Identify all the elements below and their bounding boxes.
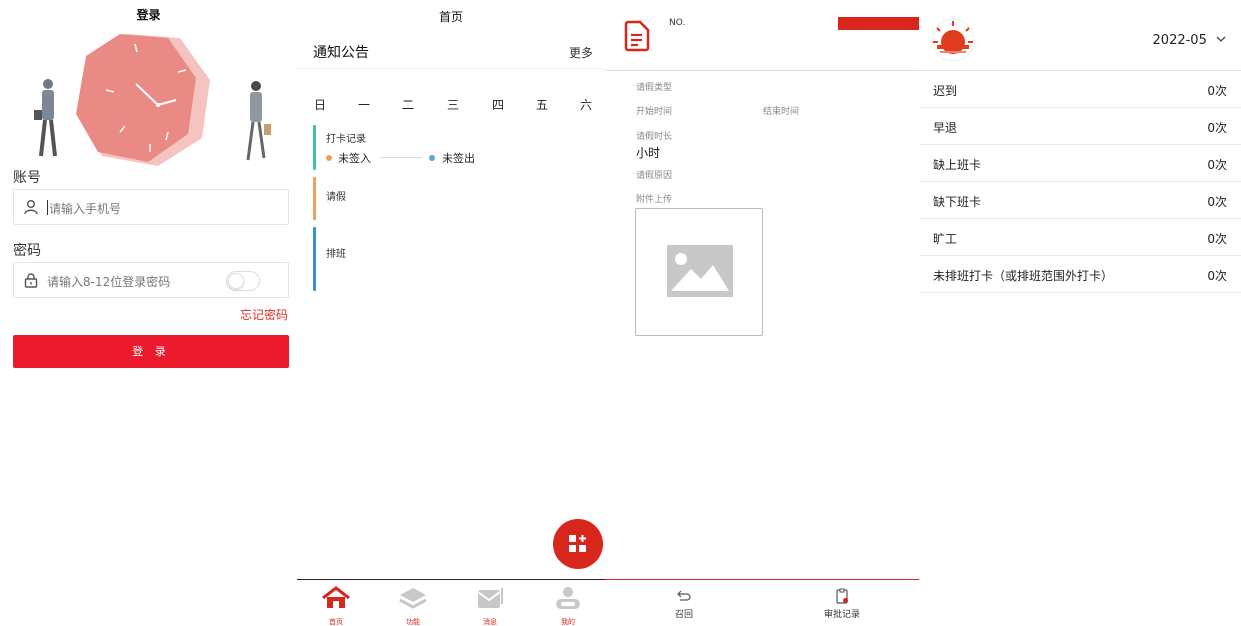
stat-label: 缺下班卡 (933, 195, 982, 209)
person-icon (556, 587, 580, 609)
password-label: 密码 (13, 243, 41, 259)
page-title: 登录 (136, 8, 161, 22)
recall-button[interactable]: 召回 (649, 588, 719, 620)
month-selector[interactable]: 2022-05 (1153, 33, 1227, 48)
attachment-upload-box[interactable] (635, 208, 763, 336)
stat-value: 0次 (1207, 269, 1227, 283)
home-icon (322, 586, 350, 608)
add-action-button[interactable] (553, 519, 603, 569)
divider (297, 68, 605, 69)
leave-type-label: 请假类型 (636, 83, 673, 93)
grid-add-icon (569, 535, 586, 552)
form-action-bar: 召回 审批记录 (605, 579, 919, 626)
stat-label: 未排班打卡（或排班范围外打卡） (933, 269, 1114, 283)
undo-icon (677, 590, 691, 601)
stat-row[interactable]: 旷工 0次 (919, 219, 1241, 256)
toggle-knob (228, 273, 244, 289)
status-connector (380, 157, 422, 158)
stat-label: 缺上班卡 (933, 158, 982, 172)
shift-title[interactable]: 排班 (326, 245, 346, 260)
tab-label: 我的 (561, 618, 575, 626)
stat-row[interactable]: 迟到 0次 (919, 71, 1241, 108)
tab-home[interactable]: 首页 (310, 586, 362, 626)
stat-value: 0次 (1207, 232, 1227, 246)
attendance-stats-screen: 2022-05 迟到 0次 早退 0次 缺上班卡 0次 缺下班卡 0次 旷工 0… (919, 0, 1241, 626)
approval-record-button[interactable]: 审批记录 (807, 588, 877, 620)
stat-value: 0次 (1207, 84, 1227, 98)
home-screen: 首页 通知公告 更多 日 一 二 三 四 五 六 打卡记录 未签入 未签出 请假… (297, 0, 605, 626)
image-placeholder-icon (667, 245, 733, 297)
end-time-label: 结束时间 (763, 107, 800, 117)
stat-row[interactable]: 未排班打卡（或排班范围外打卡） 0次 (919, 256, 1241, 293)
tab-profile[interactable]: 我的 (542, 586, 594, 626)
notice-heading: 通知公告 (313, 45, 369, 61)
text-caret (47, 200, 48, 215)
not-out-status: 未签出 (442, 152, 475, 165)
form-number-label: NO. (669, 18, 686, 28)
weekday-label[interactable]: 四 (492, 96, 504, 113)
divider (605, 70, 919, 71)
weekday-label[interactable]: 五 (536, 96, 548, 113)
clipboard-icon (836, 588, 848, 604)
status-badge (838, 17, 919, 30)
password-input[interactable]: 请输入8-12位登录密码 (47, 273, 170, 290)
stat-row[interactable]: 早退 0次 (919, 108, 1241, 145)
more-link[interactable]: 更多 (569, 44, 593, 61)
tab-messages[interactable]: 消息 (464, 586, 516, 626)
month-value: 2022-05 (1152, 33, 1207, 48)
tab-label: 功能 (406, 618, 420, 626)
clock-record-title: 打卡记录 (326, 134, 366, 145)
clock-illustration (34, 34, 271, 166)
bottom-tab-bar: 首页 功能 消息 我的 (297, 579, 605, 626)
reason-label: 请假原因 (636, 171, 673, 181)
account-label: 账号 (13, 170, 41, 186)
sunrise-avatar-icon (931, 18, 975, 62)
leave-title[interactable]: 请假 (326, 188, 346, 203)
stat-value: 0次 (1207, 158, 1227, 172)
start-time-label: 开始时间 (636, 107, 673, 117)
not-out-dot-icon (429, 155, 435, 161)
document-icon (624, 20, 650, 52)
account-field[interactable]: 请输入手机号 (13, 189, 289, 225)
layers-icon (399, 588, 427, 609)
stat-label: 旷工 (933, 232, 958, 246)
login-button[interactable]: 登 录 (13, 335, 289, 368)
chevron-down-icon (1216, 36, 1226, 42)
lock-icon (24, 273, 38, 288)
leave-form-screen: NO. 请假类型 开始时间 结束时间 请假时长 小时 请假原因 附件上传 召回 (605, 0, 919, 626)
stat-label: 迟到 (933, 84, 958, 98)
stat-label: 早退 (933, 121, 958, 135)
stat-value: 0次 (1207, 195, 1227, 209)
weekday-label[interactable]: 二 (402, 96, 414, 113)
clock-record-bar (313, 125, 316, 170)
user-icon (24, 200, 38, 215)
show-password-toggle[interactable] (226, 271, 260, 291)
weekday-label[interactable]: 一 (358, 96, 370, 113)
page-title: 首页 (438, 10, 463, 24)
mail-icon (477, 588, 503, 608)
weekday-label[interactable]: 六 (580, 96, 592, 113)
not-in-dot-icon (326, 155, 332, 161)
stat-row[interactable]: 缺下班卡 0次 (919, 182, 1241, 219)
approval-record-label: 审批记录 (823, 610, 860, 620)
tab-functions[interactable]: 功能 (387, 586, 439, 626)
attachment-label: 附件上传 (636, 195, 673, 205)
login-screen: 登录 账号 请输入手机号 密码 请输入8-12位登录密码 忘记密码 登 录 (0, 0, 297, 626)
weekday-label[interactable]: 日 (314, 96, 326, 113)
duration-label: 请假时长 (636, 132, 673, 142)
tab-label: 消息 (483, 618, 497, 626)
not-in-status: 未签入 (338, 152, 371, 165)
leave-bar (313, 177, 316, 220)
stat-row[interactable]: 缺上班卡 0次 (919, 145, 1241, 182)
shift-bar (313, 227, 316, 291)
duration-value: 小时 (636, 146, 661, 160)
weekday-label[interactable]: 三 (447, 96, 459, 113)
screenshot-stage: 登录 账号 请输入手机号 密码 请输入8-12位登录密码 忘记密码 登 录 首页… (0, 0, 1241, 626)
forgot-password-link[interactable]: 忘记密码 (240, 306, 288, 323)
password-field[interactable]: 请输入8-12位登录密码 (13, 262, 289, 298)
account-input[interactable]: 请输入手机号 (49, 200, 121, 217)
stat-value: 0次 (1207, 121, 1227, 135)
tab-label: 首页 (329, 618, 343, 626)
recall-label: 召回 (674, 610, 693, 620)
